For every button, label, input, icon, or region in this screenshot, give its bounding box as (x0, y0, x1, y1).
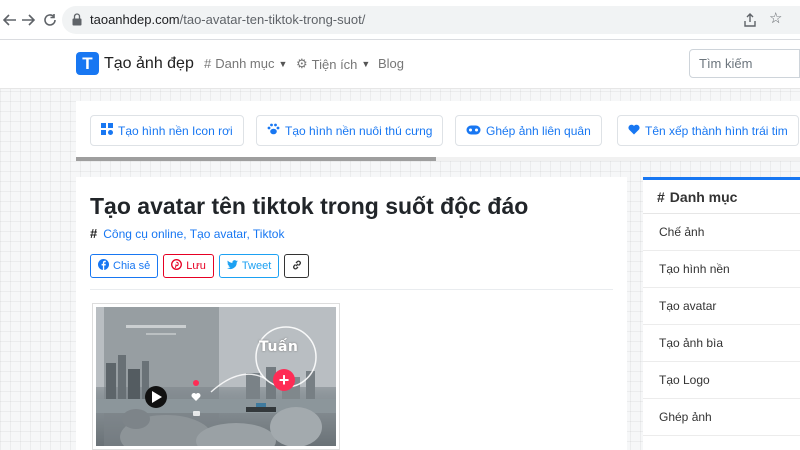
tools-bar: Tạo hình nền Icon rơi Tạo hình nền nuôi … (76, 101, 800, 161)
share-buttons: Chia sẻ Lưu Tweet (90, 254, 310, 278)
url-host: taoanhdep.com (90, 12, 180, 27)
tool-button-icon-roi[interactable]: Tạo hình nền Icon rơi (90, 115, 244, 146)
caret-down-icon: ▼ (361, 59, 371, 69)
tools-scrollbar[interactable] (76, 157, 800, 161)
copy-link-button[interactable] (284, 254, 310, 278)
hash-icon: # (90, 226, 98, 241)
pinterest-icon (171, 259, 183, 273)
plus-icon: + (273, 369, 295, 391)
link-icon (291, 259, 303, 274)
city-scene-illustration (96, 307, 336, 446)
url-path: /tao-avatar-ten-tiktok-trong-suot/ (179, 12, 366, 27)
page-content: T Tạo ảnh đẹp # Danh mục ▼ ⚙ Tiện ích ▼ … (0, 41, 800, 450)
video-frame: Tuấn + (96, 307, 336, 446)
twitter-icon (226, 259, 238, 273)
sidebar-item-tao-anh-bia[interactable]: Tạo ảnh bìa (643, 325, 800, 362)
sidebar-title: Danh mục (669, 188, 738, 205)
tool-button-trai-tim[interactable]: Tên xếp thành hình trái tim (617, 115, 799, 146)
caret-down-icon: ▼ (278, 58, 288, 69)
arrow-left-icon[interactable] (0, 10, 20, 30)
share-label: Tweet (241, 260, 272, 272)
gears-icon: ⚙ (296, 56, 308, 71)
nav-label: Tiện ích (311, 56, 358, 72)
tool-label: Tên xếp thành hình trái tim (645, 123, 788, 138)
tool-label: Tạo hình nền nuôi thú cưng (285, 123, 433, 138)
twitter-tweet-button[interactable]: Tweet (218, 254, 280, 278)
pinterest-save-button[interactable]: Lưu (163, 254, 214, 278)
bookmark-star-icon[interactable]: ☆ (769, 9, 782, 27)
tool-button-nuoi-thu-cung[interactable]: Tạo hình nền nuôi thú cưng (256, 115, 444, 146)
hash-icon: # (657, 188, 665, 205)
gamepad-icon (466, 124, 481, 138)
sidebar-item-che-anh[interactable]: Chế ảnh (643, 214, 800, 251)
sidebar-item-tao-logo[interactable]: Tạo Logo (643, 362, 800, 399)
article-tags: # Công cụ online, Tạo avatar, Tiktok (90, 226, 284, 241)
nav-label: Danh mục (215, 56, 275, 71)
paw-icon (267, 123, 280, 138)
facebook-icon (98, 259, 109, 273)
brand-name: Tạo ảnh đẹp (104, 54, 194, 72)
nav-blog[interactable]: Blog (378, 56, 404, 71)
tool-button-ghep-anh-lien-quan[interactable]: Ghép ảnh liên quân (455, 115, 602, 146)
address-bar[interactable]: taoanhdep.com/tao-avatar-ten-tiktok-tron… (62, 6, 800, 34)
tag-links[interactable]: Công cụ online, Tạo avatar, Tiktok (103, 227, 284, 241)
share-label: Chia sẻ (113, 260, 151, 272)
page-title: Tạo avatar tên tiktok trong suốt độc đáo (90, 193, 529, 219)
logo-icon: T (76, 52, 99, 75)
reload-icon[interactable] (40, 10, 60, 30)
hash-icon: # (204, 56, 212, 71)
facebook-share-button[interactable]: Chia sẻ (90, 254, 159, 278)
sidebar-categories: # Danh mục Chế ảnh Tạo hình nền Tạo avat… (643, 177, 800, 450)
avatar-name-text: Tuấn (259, 339, 299, 355)
url-text[interactable]: taoanhdep.com/tao-avatar-ten-tiktok-tron… (90, 12, 365, 27)
share-page-icon[interactable] (742, 12, 758, 28)
icons-icon (101, 123, 113, 138)
lock-icon[interactable] (72, 13, 82, 26)
site-navbar: T Tạo ảnh đẹp # Danh mục ▼ ⚙ Tiện ích ▼ … (0, 41, 800, 89)
scrollbar-thumb[interactable] (76, 157, 436, 161)
video-preview[interactable]: Tuấn + (92, 303, 340, 450)
brand[interactable]: T Tạo ảnh đẹp (76, 52, 194, 75)
share-label: Lưu (186, 260, 206, 272)
sidebar-header: # Danh mục (643, 180, 800, 214)
arrow-right-icon[interactable] (18, 10, 38, 30)
sidebar-item-ghep-anh[interactable]: Ghép ảnh (643, 399, 800, 436)
heart-icon (628, 124, 640, 138)
search-input[interactable]: Tìm kiếm (689, 49, 800, 78)
sidebar-item-tao-hinh-nen[interactable]: Tạo hình nền (643, 251, 800, 288)
nav-label: Blog (378, 56, 405, 71)
article-card: Tạo avatar tên tiktok trong suốt độc đáo… (76, 177, 627, 450)
tool-label: Tạo hình nền Icon rơi (118, 123, 233, 138)
divider (90, 289, 613, 290)
browser-toolbar: taoanhdep.com/tao-avatar-ten-tiktok-tron… (0, 0, 800, 40)
nav-tien-ich[interactable]: ⚙ Tiện ích ▼ (296, 56, 370, 72)
tool-label: Ghép ảnh liên quân (486, 123, 591, 138)
sidebar-item-tao-avatar[interactable]: Tạo avatar (643, 288, 800, 325)
nav-danh-muc[interactable]: # Danh mục ▼ (204, 56, 287, 71)
